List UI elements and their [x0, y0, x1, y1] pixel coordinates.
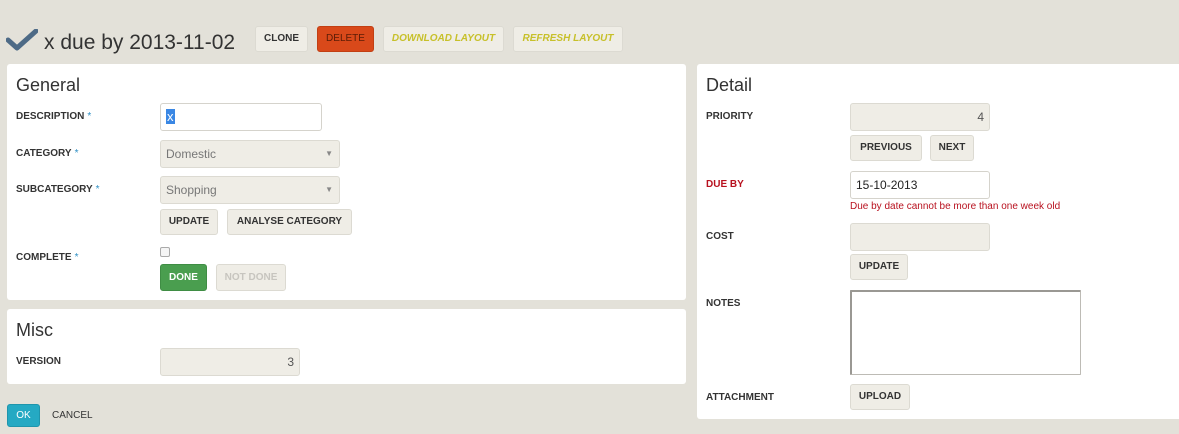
cancel-link[interactable]: CANCEL — [52, 410, 93, 422]
previous-button[interactable]: PREVIOUS — [850, 135, 922, 161]
required-marker: * — [87, 111, 92, 122]
complete-label-text: COMPLETE — [16, 252, 72, 263]
description-input[interactable]: x — [160, 103, 322, 131]
upload-button[interactable]: UPLOAD — [850, 384, 910, 410]
detail-panel: Detail PRIORITY 4 PREVIOUS NEXT DUE BY 1… — [697, 64, 1179, 419]
category-label: CATEGORY * — [16, 148, 78, 160]
detail-title: Detail — [706, 75, 753, 95]
required-marker: * — [74, 148, 79, 159]
required-marker: * — [74, 252, 79, 263]
general-panel: General DESCRIPTION * x CATEGORY * Domesti… — [7, 64, 686, 300]
complete-checkbox[interactable] — [160, 247, 170, 257]
done-button[interactable]: DONE — [160, 264, 207, 291]
category-label-text: CATEGORY — [16, 148, 72, 159]
category-value: Domestic — [166, 147, 217, 161]
subcategory-label-text: SUBCATEGORY — [16, 184, 93, 195]
not-done-button[interactable]: NOT DONE — [216, 264, 286, 291]
next-button[interactable]: NEXT — [930, 135, 974, 161]
page-title: x due by 2013-11-02 — [44, 31, 236, 54]
due-by-input[interactable]: 15-10-2013 — [850, 171, 990, 199]
version-input: 3 — [160, 348, 300, 376]
dropdown-arrow-icon: ▼ — [325, 185, 333, 194]
complete-label: COMPLETE * — [16, 252, 78, 264]
description-label: DESCRIPTION * — [16, 111, 91, 123]
attachment-label: ATTACHMENT — [706, 392, 774, 403]
download-layout-button[interactable]: DOWNLOAD LAYOUT — [383, 26, 504, 52]
notes-textarea[interactable] — [850, 290, 1081, 375]
description-value: x — [166, 109, 175, 124]
cost-input — [850, 223, 990, 251]
priority-label: PRIORITY — [706, 111, 754, 122]
version-label: VERSION — [16, 356, 62, 367]
description-label-text: DESCRIPTION — [16, 111, 85, 122]
priority-input: 4 — [850, 103, 990, 131]
clone-button[interactable]: CLONE — [255, 26, 308, 52]
subcategory-select[interactable]: Shopping ▼ — [160, 176, 340, 204]
cost-update-button[interactable]: UPDATE — [850, 254, 908, 280]
category-select[interactable]: Domestic ▼ — [160, 140, 340, 168]
header: x due by 2013-11-02 CLONE DELETE DOWNLOA… — [0, 0, 1179, 60]
ok-button[interactable]: OK — [7, 404, 40, 427]
misc-title: Misc — [16, 320, 53, 340]
checkmark-icon — [6, 29, 38, 51]
delete-button[interactable]: DELETE — [317, 26, 374, 52]
required-marker: * — [95, 184, 100, 195]
due-by-label: DUE BY — [706, 179, 744, 190]
analyse-category-button[interactable]: ANALYSE CATEGORY — [227, 209, 352, 235]
notes-label: NOTES — [706, 298, 741, 309]
cost-label: COST — [706, 231, 734, 242]
misc-panel: Misc VERSION 3 — [7, 309, 686, 384]
due-by-error: Due by date cannot be more than one week… — [850, 201, 1061, 212]
subcategory-label: SUBCATEGORY * — [16, 184, 100, 196]
refresh-layout-button[interactable]: REFRESH LAYOUT — [513, 26, 623, 52]
general-title: General — [16, 75, 81, 95]
subcategory-value: Shopping — [166, 183, 217, 197]
dropdown-arrow-icon: ▼ — [325, 149, 333, 158]
update-category-button[interactable]: UPDATE — [160, 209, 218, 235]
